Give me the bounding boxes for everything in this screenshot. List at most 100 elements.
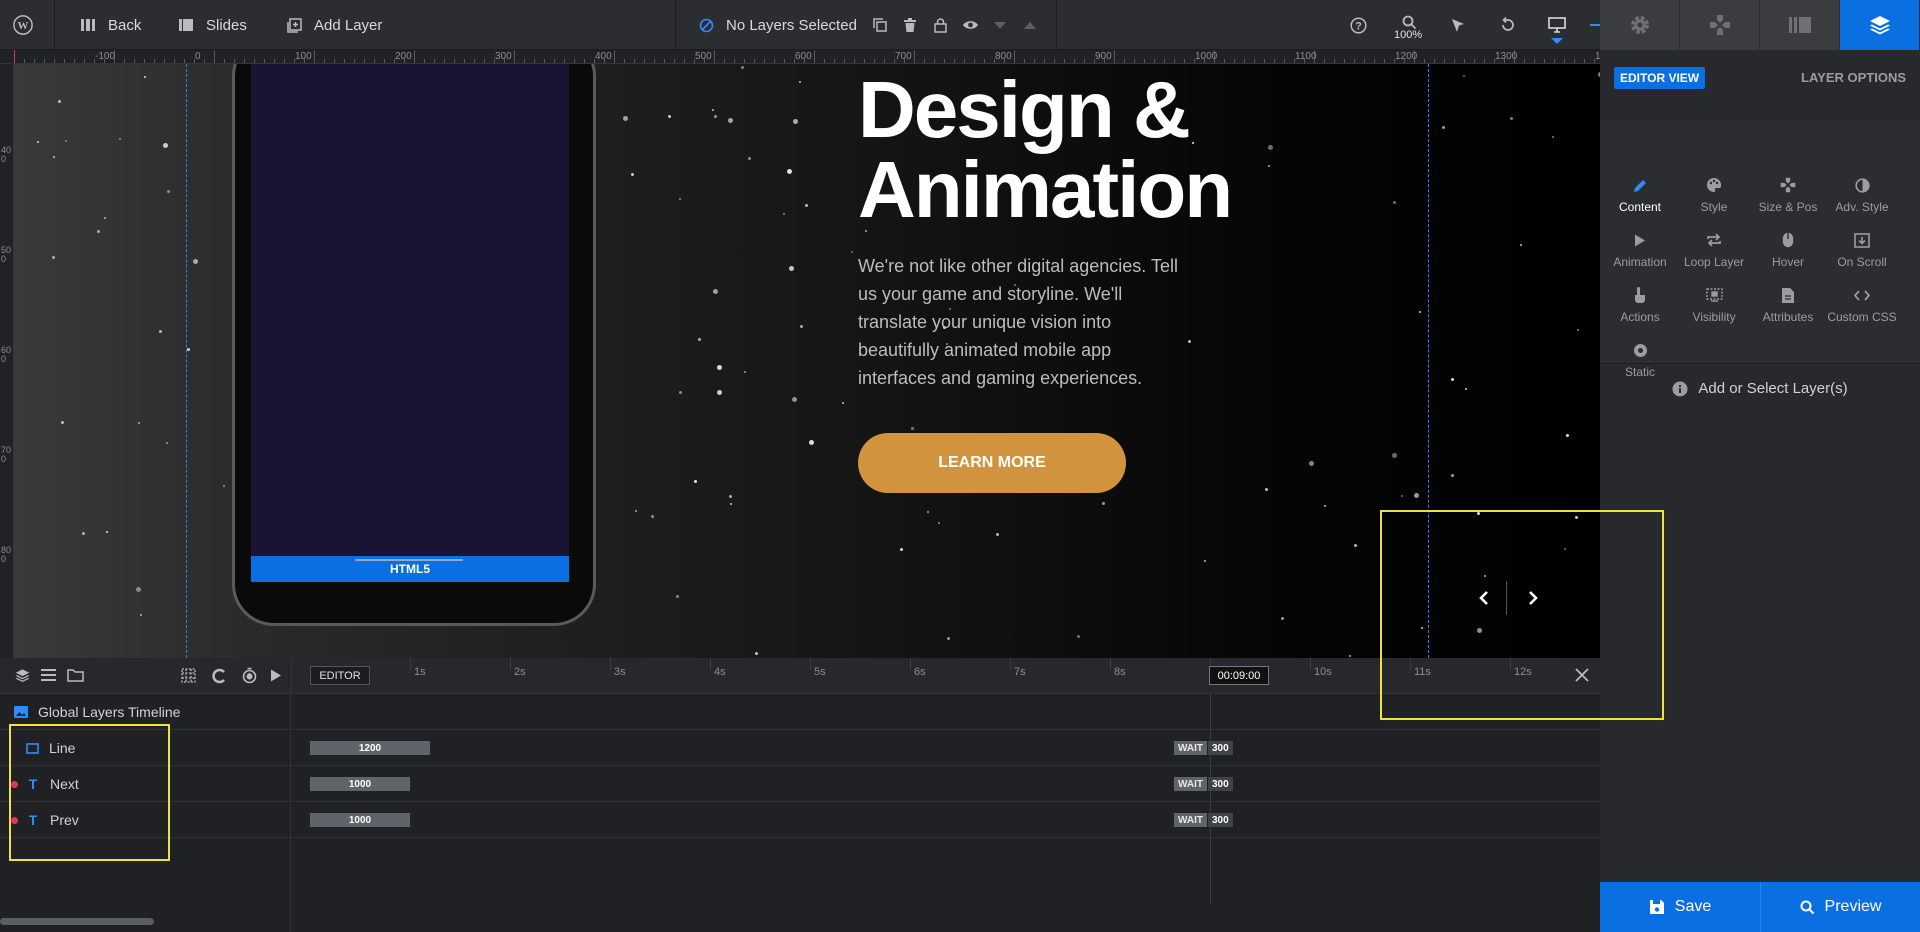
body-text-layer[interactable]: We're not like other digital agencies. T… [858,252,1188,392]
undo-button[interactable] [1498,0,1518,50]
help-button[interactable]: ? [1348,0,1368,50]
lock-layer-button[interactable] [930,0,950,50]
tab-layer-options[interactable] [1840,0,1920,50]
layer-wait-prev[interactable]: WAIT 300 [1174,813,1233,827]
timeline-tick-line [810,658,811,670]
add-layer-icon [284,15,304,35]
timeline-row-prev[interactable]: T Prev 1000 WAIT 300 [0,802,1600,838]
headline-layer[interactable]: Design & Animation [858,70,1233,234]
layer-duration-bar-prev[interactable]: 1000 [310,813,410,827]
move-layer-up-button[interactable] [1020,0,1040,50]
layer-duration-bar-line[interactable]: 1200 [310,741,430,755]
timeline-tick-label: 5s [814,666,826,678]
star [900,548,904,552]
visibility-toggle-button[interactable] [960,0,980,50]
star [1509,117,1513,121]
no-selection-icon [696,15,716,35]
star [667,115,671,119]
option-loop-layer[interactable]: Loop Layer [1674,231,1754,269]
timeline-divider [291,658,292,694]
option-label: Static [1624,365,1655,379]
option-adv-style[interactable]: Adv. Style [1822,176,1902,214]
timeline-tick-line [510,658,511,670]
layer-duration-bar-next[interactable]: 1000 [310,777,410,791]
timeline-tick-line [610,658,611,670]
star [159,329,163,333]
delete-layer-button[interactable] [900,0,920,50]
wait-value: 300 [1208,813,1233,827]
star [1324,505,1327,508]
ruler-label: 400 [595,51,612,62]
magnet-icon[interactable] [211,668,227,684]
folder-icon[interactable] [67,668,84,682]
option-hover[interactable]: Hover [1748,231,1828,269]
back-button[interactable]: Back [78,0,141,50]
star [1450,474,1454,478]
preview-button[interactable]: Preview [1760,882,1920,932]
help-icon: ? [1348,15,1368,35]
option-static[interactable]: Static [1600,341,1680,379]
option-content[interactable]: Content [1600,176,1680,214]
tab-slide-options[interactable] [1760,0,1840,50]
ruler-label: 900 [1095,51,1112,62]
ruler-label: 100 [295,51,312,62]
wait-value: 300 [1208,741,1233,755]
tab-slider-settings[interactable] [1600,0,1680,50]
layer-wait-next[interactable]: WAIT 300 [1174,777,1233,791]
star [1463,75,1466,78]
top-toolbar: W Back Slides Add Layer No Layers Select… [0,0,1600,50]
star [57,99,61,103]
layer-wait-line[interactable]: WAIT 300 [1174,741,1233,755]
add-layer-button[interactable]: Add Layer [284,0,382,50]
option-animation[interactable]: Animation [1600,231,1680,269]
option-custom-css[interactable]: Custom CSS [1822,286,1902,324]
option-visibility[interactable]: Visibility [1674,286,1754,324]
editor-badge[interactable]: EDITOR [310,666,370,685]
move-layer-down-button[interactable] [990,0,1010,50]
device-dropdown-icon[interactable] [1551,38,1563,44]
star [166,442,168,445]
option-attributes[interactable]: Attributes [1748,286,1828,324]
star [167,190,171,194]
option-size-pos[interactable]: Size & Pos [1748,176,1828,214]
play-icon[interactable] [270,669,282,682]
star [37,141,40,144]
learn-more-button[interactable]: LEARN MORE [858,433,1126,493]
ruler-label: 1100 [1295,51,1317,62]
layers-view-icon[interactable] [15,668,30,683]
wait-label: WAIT [1174,741,1207,755]
option-on-scroll[interactable]: On Scroll [1822,231,1902,269]
palette-icon [1705,176,1723,194]
timeline-row-next[interactable]: T Next 1000 WAIT 300 [0,766,1600,802]
ruler-label: 1000 [1195,51,1218,62]
duplicate-layer-button[interactable] [870,0,890,50]
slides-button[interactable]: Slides [176,0,247,50]
current-time-badge[interactable]: 00:09:00 [1209,666,1269,685]
select-tool-button[interactable] [1448,0,1468,50]
loop-icon [1705,231,1723,249]
horizontal-scrollbar[interactable] [0,918,154,925]
tab-navigation[interactable] [1680,0,1760,50]
star [678,390,682,394]
panel-tabs [1600,0,1920,50]
editor-view-toggle[interactable]: EDITOR VIEW [1614,67,1706,89]
star [143,76,146,79]
snap-grid-icon[interactable] [181,668,196,683]
option-actions[interactable]: Actions [1600,286,1680,324]
preview-label: Preview [1824,898,1882,915]
headline-line-2: Animation [858,145,1233,234]
list-view-icon[interactable] [41,669,56,682]
save-button[interactable]: Save [1600,882,1760,932]
timer-icon[interactable] [241,667,258,684]
slide-canvas[interactable]: HTML5 Design & Animation We're not like … [14,64,1600,658]
layer-options-toggle[interactable]: LAYER OPTIONS [1801,70,1906,85]
svg-text:W: W [18,20,29,32]
star [64,139,67,142]
zoom-control[interactable]: 100% [1394,0,1424,50]
option-style[interactable]: Style [1674,176,1754,214]
star [140,614,143,617]
phone-mockup[interactable]: HTML5 [232,64,596,626]
star [793,119,799,125]
wordpress-button[interactable]: W [13,0,33,50]
timeline-row-line[interactable]: Line 1200 WAIT 300 [0,730,1600,766]
